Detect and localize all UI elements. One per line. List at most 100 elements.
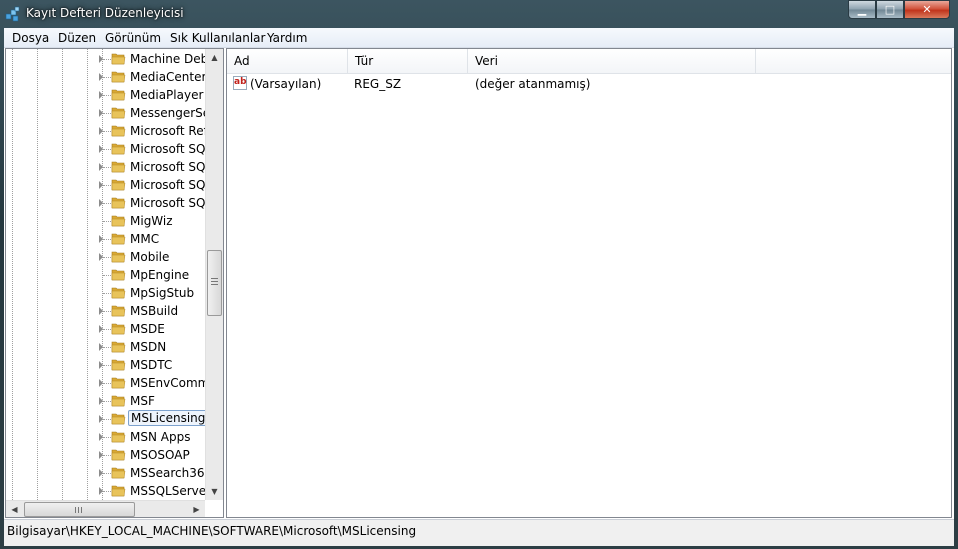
scroll-right-arrow[interactable]: ▶ (188, 501, 205, 517)
tree-item-label: MSDN (130, 340, 167, 354)
folder-icon (111, 107, 126, 119)
value-row[interactable]: ab (Varsayılan) REG_SZ (değer atanmamış) (227, 75, 951, 93)
value-type: REG_SZ (354, 77, 402, 91)
folder-icon (111, 287, 126, 299)
thumb-grip-line (75, 507, 76, 513)
folder-icon (111, 89, 126, 101)
thumb-grip-line (211, 284, 218, 285)
horizontal-scroll-thumb[interactable] (24, 502, 135, 517)
tree-item[interactable]: MpSigStub (6, 284, 206, 302)
folder-icon (111, 143, 126, 155)
folder-icon (111, 377, 126, 389)
tree-item[interactable]: MSEnvCommu (6, 374, 217, 392)
tree-connector-line (103, 257, 111, 258)
tree-connector-line (103, 347, 111, 348)
registry-editor-window: Kayıt Defteri Düzenleyicisi ▁ □ ✕ Dosya … (0, 0, 958, 549)
thumb-grip-line (211, 281, 218, 282)
folder-icon (111, 467, 126, 479)
tree-item-label: MSDE (130, 322, 165, 336)
menu-sik-kullanilanlar[interactable]: Sık Kullanılanlar (170, 31, 265, 45)
folder-icon (111, 305, 126, 317)
minimize-button[interactable]: ▁ (848, 0, 876, 19)
tree-item[interactable]: MSN Apps (6, 428, 206, 446)
tree-connector-line (103, 329, 111, 330)
tree-item[interactable]: MediaCenterP (6, 68, 214, 86)
folder-icon (111, 449, 126, 461)
tree-item[interactable]: MigWiz (6, 212, 206, 230)
maximize-button[interactable]: □ (876, 0, 904, 19)
tree-item[interactable]: Microsoft SQL (6, 140, 212, 158)
tree-item[interactable]: MpEngine (6, 266, 206, 284)
column-header-ad[interactable]: Ad (227, 49, 348, 73)
close-button[interactable]: ✕ (904, 0, 950, 19)
tree-item-label: MSSearch36 (130, 466, 205, 480)
tree-connector-line (103, 239, 111, 240)
tree-connector-line (103, 401, 111, 402)
tree-item-label: Microsoft Refe (130, 124, 216, 138)
scroll-up-arrow[interactable]: ▲ (206, 49, 223, 66)
tree-item[interactable]: MSSQLServer (6, 482, 211, 500)
scroll-down-arrow[interactable]: ▼ (206, 483, 223, 500)
tree-connector-line (103, 383, 111, 384)
tree-item[interactable]: MSDTC (6, 356, 206, 374)
tree-item[interactable]: MSSearch36 (6, 464, 206, 482)
tree-connector-line (103, 221, 111, 222)
column-header-tur[interactable]: Tür (348, 49, 468, 73)
tree-connector-line (103, 311, 111, 312)
tree-connector-line (103, 59, 111, 60)
tree-connector-line (103, 419, 111, 420)
tree-item-label: MSF (130, 394, 155, 408)
tree-item[interactable]: MSLicensing (6, 410, 209, 428)
thumb-grip-line (81, 507, 82, 513)
title-bar[interactable]: Kayıt Defteri Düzenleyicisi ▁ □ ✕ (0, 0, 958, 27)
folder-icon (111, 53, 126, 65)
tree-item-label: MSN Apps (130, 430, 191, 444)
menu-gorunum[interactable]: Görünüm (105, 31, 161, 45)
values-list[interactable]: Ad Tür Veri ab (Varsayılan) REG_SZ (değe… (226, 48, 952, 518)
tree-connector-line (103, 491, 111, 492)
tree-item[interactable]: MSOSOAP (6, 446, 206, 464)
tree-item[interactable]: Microsoft Refe (6, 122, 215, 140)
folder-icon (111, 359, 126, 371)
tree-item[interactable]: Microsoft SQL (6, 158, 212, 176)
tree-item[interactable]: Microsoft SQL (6, 194, 212, 212)
menu-dosya[interactable]: Dosya (12, 31, 49, 45)
tree-item[interactable]: MediaPlayer (6, 86, 206, 104)
folder-icon (111, 485, 126, 497)
tree-connector-line (103, 275, 111, 276)
tree-connector-line (103, 203, 111, 204)
menu-duzen[interactable]: Düzen (58, 31, 96, 45)
scroll-thumb[interactable] (207, 250, 222, 316)
tree-horizontal-scrollbar[interactable]: ◀ ▶ (6, 500, 205, 517)
registry-tree[interactable]: Machine Debu MediaCenterP MediaPlayer Messe… (5, 48, 224, 518)
tree-item[interactable]: Microsoft SQL (6, 176, 212, 194)
tree-item-label: Microsoft SQL (130, 160, 213, 174)
tree-item[interactable]: Mobile (6, 248, 206, 266)
tree-vertical-scrollbar[interactable]: ▲ ▼ (205, 49, 223, 500)
tree-item-label: MSBuild (130, 304, 179, 318)
menu-yardim[interactable]: Yardım (267, 31, 307, 45)
tree-item[interactable]: MSDN (6, 338, 206, 356)
column-header-veri[interactable]: Veri (468, 49, 756, 73)
thumb-grip-line (78, 507, 79, 513)
tree-item[interactable]: MSBuild (6, 302, 206, 320)
value-name: (Varsayılan) (250, 77, 322, 91)
tree-item[interactable]: MSDE (6, 320, 206, 338)
tree-connector-line (103, 113, 111, 114)
tree-item[interactable]: Machine Debu (6, 50, 216, 68)
tree-connector-line (103, 455, 111, 456)
tree-item[interactable]: MessengerServ (6, 104, 222, 122)
folder-icon (111, 269, 126, 281)
tree-connector-line (103, 365, 111, 366)
tree-item-label: Microsoft SQL (130, 142, 213, 156)
tree-item-label: Microsoft SQL (130, 178, 213, 192)
tree-item[interactable]: MSF (6, 392, 206, 410)
tree-item-label-selected: MSLicensing (128, 410, 209, 426)
tree-item[interactable]: MMC (6, 230, 206, 248)
tree-connector-line (103, 149, 111, 150)
folder-icon (111, 161, 126, 173)
tree-item-label: Mobile (130, 250, 170, 264)
folder-icon (111, 323, 126, 335)
thumb-grip-line (211, 278, 218, 279)
scroll-left-arrow[interactable]: ◀ (6, 501, 23, 517)
